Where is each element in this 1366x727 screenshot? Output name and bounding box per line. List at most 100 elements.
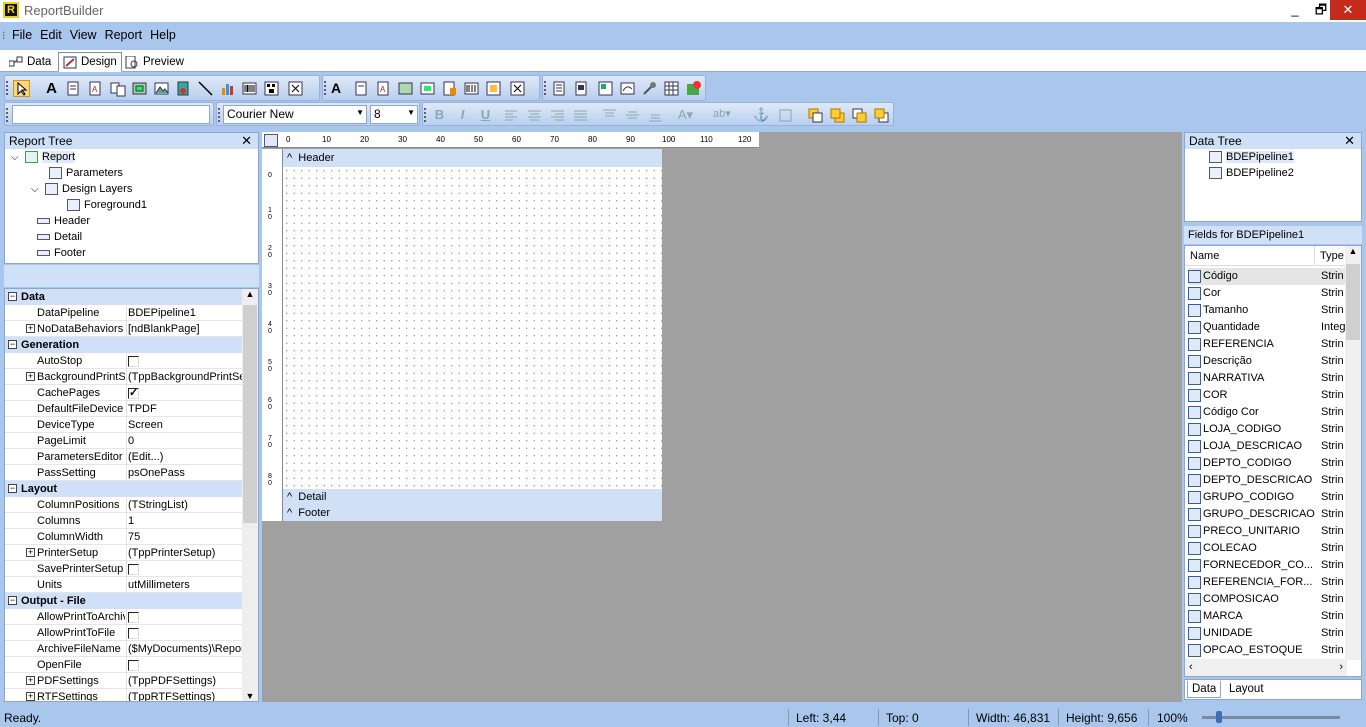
prop-row[interactable]: DefaultFileDevice TPDF: [5, 401, 242, 417]
scroll-up-icon[interactable]: ▲: [1345, 246, 1361, 256]
crosstab-icon[interactable]: [287, 80, 304, 97]
field-row[interactable]: MARCA Strin: [1188, 608, 1348, 625]
prop-row[interactable]: AllowPrintToFile: [5, 625, 242, 641]
prop-row[interactable]: OpenFile: [5, 657, 242, 673]
memo-icon[interactable]: [65, 80, 82, 97]
prop-row[interactable]: + RTFSettings (TppRTFSettings): [5, 689, 242, 701]
font-color-icon[interactable]: A▾: [677, 107, 694, 124]
minimize-button[interactable]: _: [1282, 0, 1308, 20]
tab-preview[interactable]: Preview: [120, 52, 189, 72]
map-icon[interactable]: [685, 80, 702, 97]
menu-view[interactable]: View: [66, 25, 101, 45]
tree-item-detail[interactable]: Detail: [37, 230, 82, 245]
expand-icon[interactable]: +: [26, 324, 35, 333]
expand-icon[interactable]: +: [26, 676, 35, 685]
field-row[interactable]: PRECO_UNITARIO Strin: [1188, 523, 1348, 540]
prop-row[interactable]: ArchiveFileName ($MyDocuments)\Report: [5, 641, 242, 657]
barcode-icon[interactable]: [241, 80, 258, 97]
select-pointer-icon[interactable]: [13, 80, 30, 97]
expand-icon[interactable]: +: [26, 372, 35, 381]
tree-item-footer[interactable]: Footer: [37, 246, 86, 261]
italic-icon[interactable]: I: [454, 107, 471, 124]
category-generation[interactable]: − Generation: [5, 337, 242, 353]
allowprinttofile-checkbox[interactable]: [128, 627, 139, 639]
panel-splitter[interactable]: [4, 265, 259, 287]
field-row[interactable]: DEPTO_DESCRICAO Strin: [1188, 472, 1348, 489]
saveprintersetup-checkbox[interactable]: [128, 563, 139, 575]
dbcrosstab-icon[interactable]: [509, 80, 526, 97]
fields-horizontal-scrollbar[interactable]: ‹ ›: [1185, 659, 1347, 676]
dblabel-icon[interactable]: A: [331, 80, 348, 97]
tab-data-tree-data[interactable]: Data: [1187, 681, 1222, 698]
column-type-header[interactable]: Type: [1320, 250, 1344, 262]
column-name-header[interactable]: Name: [1190, 250, 1219, 262]
close-icon[interactable]: ✕: [1344, 133, 1355, 149]
tool-icon[interactable]: [641, 80, 658, 97]
scroll-up-icon[interactable]: ▲: [242, 289, 258, 299]
field-row[interactable]: FORNECEDOR_CO... Strin: [1188, 557, 1348, 574]
bring-forward-icon[interactable]: [851, 107, 868, 124]
header-band-canvas[interactable]: [283, 167, 662, 489]
tree-item-header[interactable]: Header: [37, 214, 90, 229]
inspector-scrollbar[interactable]: ▲ ▼: [242, 289, 258, 701]
zoom-slider[interactable]: [1202, 716, 1340, 719]
expand-icon[interactable]: +: [26, 692, 35, 701]
fields-scrollbar[interactable]: ▲: [1345, 246, 1361, 660]
label-icon[interactable]: A: [43, 80, 60, 97]
chart-icon[interactable]: [219, 80, 236, 97]
prop-row[interactable]: + NoDataBehaviors [ndBlankPage]: [5, 321, 242, 337]
field-row[interactable]: UNIDADE Strin: [1188, 625, 1348, 642]
region-icon[interactable]: [551, 80, 568, 97]
picture-icon[interactable]: [153, 80, 170, 97]
category-output-file[interactable]: − Output - File: [5, 593, 242, 609]
dbbarcode-icon[interactable]: [463, 80, 480, 97]
field-row[interactable]: Tamanho Strin: [1188, 302, 1348, 319]
prop-row[interactable]: Units utMillimeters: [5, 577, 242, 593]
field-row[interactable]: COMPOSICAO Strin: [1188, 591, 1348, 608]
menu-help[interactable]: Help: [146, 25, 180, 45]
align-middle-icon[interactable]: [624, 107, 641, 124]
autostop-checkbox[interactable]: [128, 355, 139, 367]
scrollbar-thumb[interactable]: [243, 305, 257, 523]
dbtext-icon[interactable]: [441, 80, 458, 97]
chevron-down-icon[interactable]: ⌵: [11, 150, 25, 165]
table-grid-icon[interactable]: [663, 80, 680, 97]
band-detail[interactable]: ^ Detail: [283, 489, 662, 505]
prop-row[interactable]: CachePages ✓: [5, 385, 242, 401]
field-row[interactable]: Descrição Strin: [1188, 353, 1348, 370]
prop-row[interactable]: DataPipeline BDEPipeline1: [5, 305, 242, 321]
field-row[interactable]: DEPTO_CODIGO Strin: [1188, 455, 1348, 472]
tab-data-tree-layout[interactable]: Layout: [1225, 681, 1268, 697]
prop-row[interactable]: ColumnWidth 75: [5, 529, 242, 545]
field-row[interactable]: COR Strin: [1188, 387, 1348, 404]
scroll-left-icon[interactable]: ‹: [1189, 661, 1193, 673]
field-row[interactable]: REFERENCIA Strin: [1188, 336, 1348, 353]
tree-item-parameters[interactable]: Parameters: [49, 166, 123, 181]
band-footer[interactable]: ^ Footer: [283, 505, 662, 521]
scroll-down-icon[interactable]: ▼: [242, 691, 258, 701]
field-row[interactable]: LOJA_CODIGO Strin: [1188, 421, 1348, 438]
field-row[interactable]: Código Strin: [1188, 268, 1348, 285]
collapse-icon[interactable]: −: [8, 596, 17, 605]
tab-design[interactable]: Design: [58, 52, 122, 72]
field-row[interactable]: NARRATIVA Strin: [1188, 370, 1348, 387]
align-top-icon[interactable]: [601, 107, 618, 124]
dbcalc-icon[interactable]: [397, 80, 414, 97]
allowprinttoarchive-checkbox[interactable]: [128, 611, 139, 623]
prop-row[interactable]: DeviceType Screen: [5, 417, 242, 433]
category-data[interactable]: − Data: [5, 289, 242, 305]
field-row[interactable]: GRUPO_DESCRICAO Strin: [1188, 506, 1348, 523]
dbimage-icon[interactable]: [419, 80, 436, 97]
pipeline-item[interactable]: BDEPipeline2: [1209, 166, 1294, 181]
collapse-icon[interactable]: −: [8, 292, 17, 301]
prop-row[interactable]: + PDFSettings (TppPDFSettings): [5, 673, 242, 689]
prop-row[interactable]: SavePrinterSetup: [5, 561, 242, 577]
anchor-icon[interactable]: ⚓: [753, 107, 770, 124]
field-row[interactable]: REFERENCIA_FOR... Strin: [1188, 574, 1348, 591]
chevron-down-icon[interactable]: ⌵: [31, 182, 45, 197]
prop-row[interactable]: AutoStop: [5, 353, 242, 369]
prop-row[interactable]: AllowPrintToArchiv: [5, 609, 242, 625]
tree-item-report[interactable]: ⌵ Report: [11, 150, 76, 165]
image-icon[interactable]: [131, 80, 148, 97]
dbchart-icon[interactable]: [485, 80, 502, 97]
